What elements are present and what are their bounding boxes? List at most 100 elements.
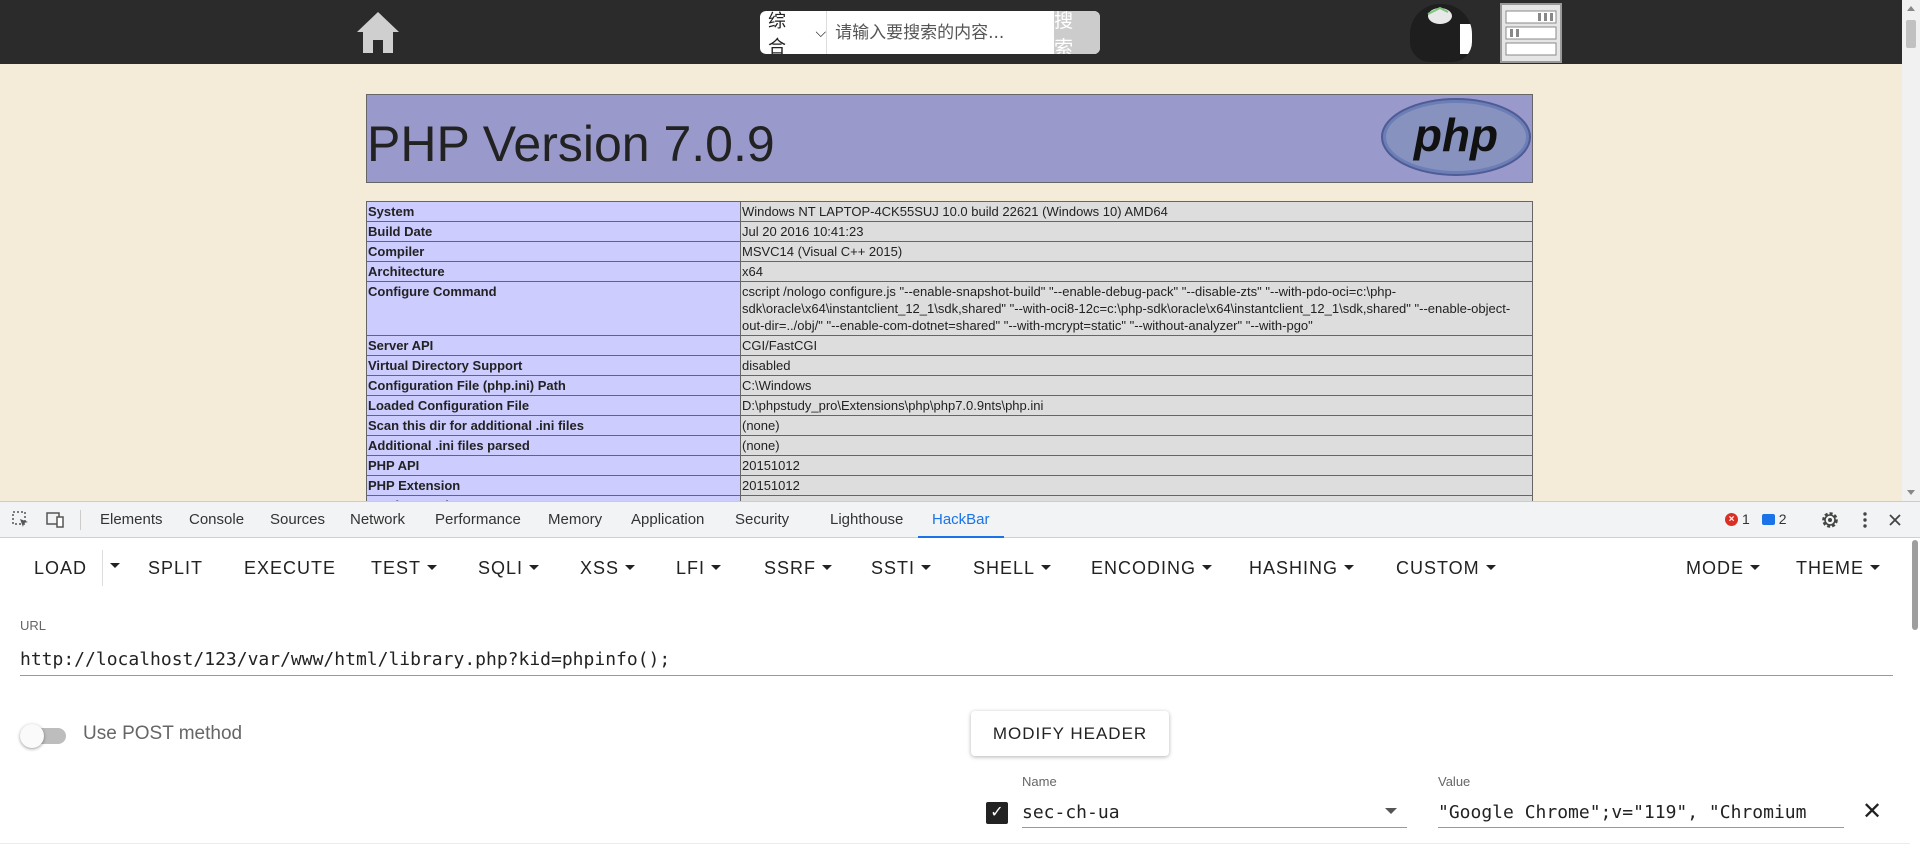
gear-icon[interactable] bbox=[1820, 510, 1840, 530]
close-icon[interactable] bbox=[1885, 510, 1905, 530]
message-badge[interactable]: 2 bbox=[1761, 511, 1787, 527]
chevron-down-icon: ⌵ bbox=[815, 24, 827, 40]
error-count: 1 bbox=[1742, 511, 1750, 527]
row-value: 20151012 bbox=[740, 455, 1533, 476]
tab-console[interactable]: Console bbox=[189, 502, 244, 538]
avatar-image-icon bbox=[1427, 6, 1472, 54]
header-name-label: Name bbox=[1022, 774, 1057, 789]
scrollbar-thumb[interactable] bbox=[1906, 20, 1916, 48]
devtools-scrollbar[interactable] bbox=[1910, 538, 1920, 844]
row-value: disabled bbox=[740, 355, 1533, 376]
row-value: CGI/FastCGI bbox=[740, 335, 1533, 356]
row-key: Configure Command bbox=[366, 281, 741, 336]
remove-header-icon[interactable]: ✕ bbox=[1862, 800, 1882, 824]
tab-hackbar[interactable]: HackBar bbox=[918, 502, 1004, 538]
custom-menu[interactable]: CUSTOM bbox=[1396, 558, 1496, 579]
tab-lighthouse[interactable]: Lighthouse bbox=[830, 502, 903, 538]
row-key: PHP API bbox=[366, 455, 741, 476]
caret-down-icon bbox=[921, 564, 932, 570]
device-toolbar-icon[interactable] bbox=[45, 510, 65, 530]
scroll-up-icon[interactable] bbox=[1907, 6, 1915, 11]
table-row: Server API CGI/FastCGI bbox=[366, 335, 1533, 356]
search-category-select[interactable]: 综 合 ⌵ bbox=[760, 11, 828, 54]
table-row: PHP API 20151012 bbox=[366, 455, 1533, 476]
post-method-label: Use POST method bbox=[83, 723, 243, 744]
header-value-field[interactable]: "Google Chrome";v="119", "Chromium bbox=[1438, 796, 1844, 828]
lfi-menu[interactable]: LFI bbox=[676, 558, 722, 579]
site-header: 综 合 ⌵ 搜 索 bbox=[0, 0, 1920, 64]
xss-menu[interactable]: XSS bbox=[580, 558, 636, 579]
hackbar-toolbar: LOAD SPLIT EXECUTE TEST SQLI XSS LFI SSR… bbox=[0, 538, 1920, 598]
php-version-header: PHP Version 7.0.9 php bbox=[366, 94, 1533, 183]
tab-elements[interactable]: Elements bbox=[100, 502, 163, 538]
table-row: PHP Extension 20151012 bbox=[366, 475, 1533, 496]
url-input[interactable] bbox=[20, 644, 1893, 676]
tab-application[interactable]: Application bbox=[631, 502, 704, 538]
row-value: (none) bbox=[740, 415, 1533, 436]
header-row: ✓ Name sec-ch-ua Value "Google Chrome";v… bbox=[980, 772, 1895, 842]
tab-security[interactable]: Security bbox=[735, 502, 789, 538]
split-button[interactable]: SPLIT bbox=[148, 558, 203, 579]
row-value: D:\phpstudy_pro\Extensions\php\php7.0.9n… bbox=[740, 395, 1533, 416]
header-name-field[interactable]: sec-ch-ua bbox=[1022, 796, 1407, 828]
scrollbar-thumb[interactable] bbox=[1912, 540, 1918, 630]
page-title: PHP Version 7.0.9 bbox=[367, 116, 775, 172]
ssti-menu-label: SSTI bbox=[871, 558, 916, 578]
table-row: Scan this dir for additional .ini files(… bbox=[366, 415, 1533, 436]
load-options-button[interactable] bbox=[104, 556, 120, 577]
test-menu[interactable]: TEST bbox=[371, 558, 438, 579]
test-menu-label: TEST bbox=[371, 558, 422, 578]
encoding-menu-label: ENCODING bbox=[1091, 558, 1197, 578]
avatar[interactable] bbox=[1410, 4, 1472, 62]
server-widget-icon[interactable] bbox=[1500, 3, 1562, 63]
tab-network[interactable]: Network bbox=[350, 502, 405, 538]
encoding-menu[interactable]: ENCODING bbox=[1091, 558, 1213, 579]
caret-down-icon bbox=[1041, 564, 1052, 570]
row-key: Server API bbox=[366, 335, 741, 356]
sqli-menu[interactable]: SQLI bbox=[478, 558, 540, 579]
load-button[interactable]: LOAD bbox=[34, 558, 87, 579]
ssrf-menu[interactable]: SSRF bbox=[764, 558, 833, 579]
shell-menu[interactable]: SHELL bbox=[973, 558, 1052, 579]
execute-button[interactable]: EXECUTE bbox=[244, 558, 336, 579]
row-key: Architecture bbox=[366, 261, 741, 282]
issue-counters[interactable]: × 1 2 bbox=[1725, 511, 1787, 527]
error-badge[interactable]: × 1 bbox=[1725, 511, 1750, 527]
home-icon[interactable] bbox=[355, 9, 401, 55]
devtools-tab-bar: Elements Console Sources Network Perform… bbox=[0, 502, 1920, 538]
xss-menu-label: XSS bbox=[580, 558, 620, 578]
phpinfo-table: System Windows NT LAPTOP-4CK55SUJ 10.0 bu… bbox=[366, 201, 1533, 501]
dropdown-arrow-icon[interactable] bbox=[1385, 808, 1397, 814]
header-enabled-checkbox[interactable]: ✓ bbox=[986, 802, 1008, 824]
table-row: Additional .ini files parsed (none) bbox=[366, 435, 1533, 456]
row-key: Configuration File (php.ini) Path bbox=[366, 375, 741, 396]
post-method-toggle[interactable] bbox=[20, 724, 68, 748]
theme-menu[interactable]: THEME bbox=[1796, 558, 1880, 579]
more-options-icon[interactable] bbox=[1855, 510, 1875, 530]
search-button[interactable]: 搜 索 bbox=[1054, 11, 1100, 54]
row-value: Windows NT LAPTOP-4CK55SUJ 10.0 build 22… bbox=[740, 201, 1533, 222]
tab-sources[interactable]: Sources bbox=[270, 502, 325, 538]
row-key: Virtual Directory Support bbox=[366, 355, 741, 376]
tab-performance[interactable]: Performance bbox=[435, 502, 521, 538]
scroll-down-icon[interactable] bbox=[1907, 490, 1915, 495]
shell-menu-label: SHELL bbox=[973, 558, 1036, 578]
row-key: PHP Extension bbox=[366, 475, 741, 496]
theme-menu-label: THEME bbox=[1796, 558, 1864, 578]
caret-down-icon bbox=[1344, 564, 1355, 570]
mode-menu[interactable]: MODE bbox=[1686, 558, 1760, 579]
search-input[interactable] bbox=[827, 11, 1055, 54]
ssti-menu[interactable]: SSTI bbox=[871, 558, 932, 579]
page-scrollbar[interactable] bbox=[1902, 0, 1920, 501]
hashing-menu[interactable]: HASHING bbox=[1249, 558, 1355, 579]
row-value: 20151012 bbox=[740, 475, 1533, 496]
ssrf-menu-label: SSRF bbox=[764, 558, 817, 578]
tab-memory[interactable]: Memory bbox=[548, 502, 602, 538]
divider bbox=[102, 550, 103, 586]
page-content: PHP Version 7.0.9 php System Windows NT L… bbox=[0, 64, 1902, 501]
inspect-element-icon[interactable] bbox=[11, 510, 31, 530]
divider bbox=[80, 510, 81, 530]
table-row: Configuration File (php.ini) Path C:\Wind… bbox=[366, 375, 1533, 396]
caret-down-icon bbox=[625, 564, 636, 570]
modify-header-button[interactable]: MODIFY HEADER bbox=[971, 711, 1169, 756]
